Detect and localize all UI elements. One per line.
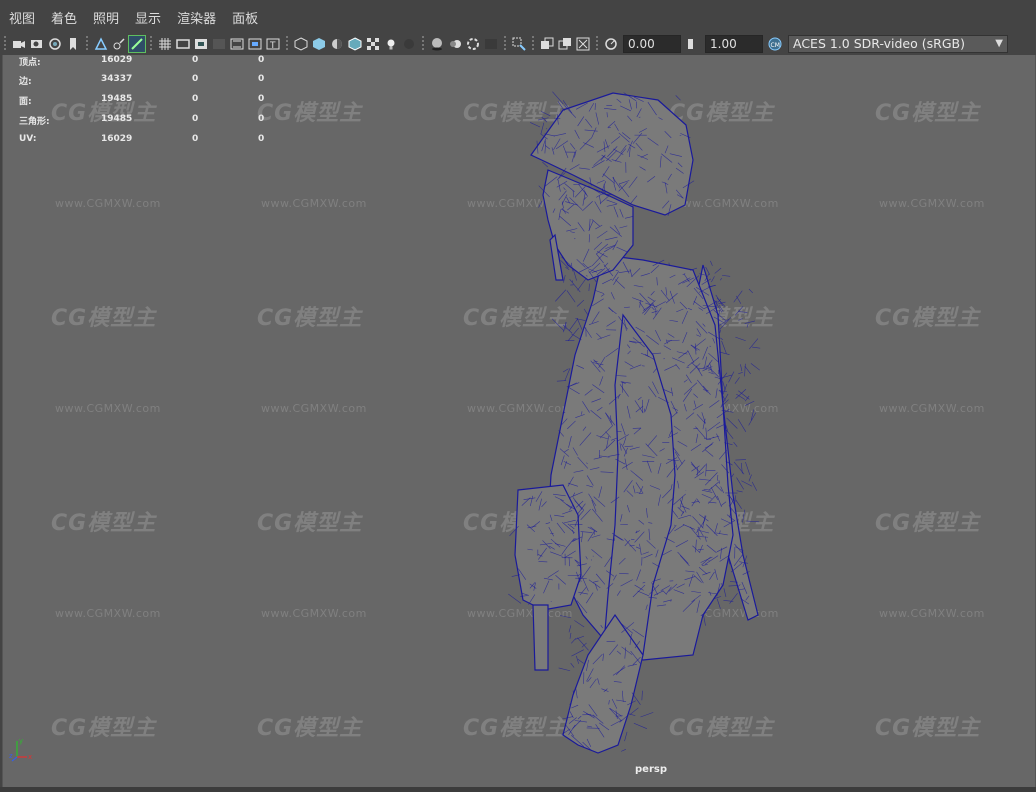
motion-blur-icon[interactable] [447,36,463,52]
gate-mask-icon[interactable] [211,36,227,52]
bookmark-icon[interactable] [47,36,63,52]
panel-bottom-border [0,787,1036,792]
hud-label: 顶点: [19,58,41,68]
hud-value: 0 [258,114,265,124]
viewport-toolbar: T 0.00 1.00 CM ACES 1.0 SDR-video (sRGB)… [0,33,1036,55]
exposure-field[interactable]: 0.00 [623,35,681,53]
use-lights-icon[interactable] [383,36,399,52]
hud-value: 0 [258,55,265,65]
xray-joints-icon[interactable] [557,36,573,52]
hud-value: 0 [192,74,199,84]
wireframe-soldier-model[interactable] [3,55,1035,787]
svg-text:T: T [269,41,276,51]
color-management-dropdown[interactable]: ACES 1.0 SDR-video (sRGB) ▼ [788,35,1008,53]
film-gate-icon[interactable] [175,36,191,52]
mesh-part[interactable] [514,484,582,611]
menu-lighting[interactable]: 照明 [84,0,126,33]
hud-value: 0 [258,74,265,84]
camera-name-label: persp [635,764,667,775]
toolbar-separator [596,36,598,52]
color-management-icon[interactable]: CM [767,36,783,52]
hud-value: 0 [192,55,199,65]
gamma-icon[interactable] [685,36,701,52]
menu-bar: 视图 着色 照明 显示 渲染器 面板 [0,0,1036,34]
hud-value: 0 [258,134,265,144]
toolbar-separator [422,36,424,52]
hud-label: UV: [19,134,37,144]
toolbar-separator [150,36,152,52]
depth-of-field-icon[interactable] [483,36,499,52]
toolbar-separator [86,36,88,52]
chevron-down-icon: ▼ [995,38,1003,49]
hud-value: 16029 [101,134,133,144]
menu-show[interactable]: 显示 [126,0,168,33]
default-material-icon[interactable] [329,36,345,52]
wireframe-icon[interactable] [293,36,309,52]
safe-title-icon[interactable]: T [265,36,281,52]
wireframe-on-shaded-icon[interactable] [347,36,363,52]
xray-icon[interactable] [539,36,555,52]
menu-shading[interactable]: 着色 [42,0,84,33]
hud-value: 0 [192,114,199,124]
menu-panels[interactable]: 面板 [223,0,265,33]
hud-label: 边: [19,77,32,87]
toolbar-separator [504,36,506,52]
grid-icon[interactable] [157,36,173,52]
camera-select-icon[interactable] [11,36,27,52]
toolbar-separator [4,36,6,52]
hud-label: 面: [19,97,32,107]
hud-value: 16029 [101,55,133,65]
safe-action-icon[interactable] [247,36,263,52]
hud-value: 34337 [101,74,133,84]
menu-renderer[interactable]: 渲染器 [168,0,223,33]
resolution-gate-icon[interactable] [193,36,209,52]
grid-icon[interactable] [111,36,127,52]
backface-culling-icon[interactable] [575,36,591,52]
axis-y-label: y [19,737,23,745]
isolate-select-icon[interactable] [511,36,527,52]
camera-attributes-icon[interactable] [29,36,45,52]
gamma-field[interactable]: 1.00 [705,35,763,53]
wireframe-icon[interactable] [128,35,146,53]
screen-space-ao-icon[interactable] [429,36,445,52]
svg-text:CM: CM [771,42,780,49]
image-plane-icon[interactable] [93,36,109,52]
axis-x-label: x [28,753,32,761]
smooth-shade-icon[interactable] [311,36,327,52]
hud-value: 0 [192,134,199,144]
shadows-icon[interactable] [401,36,417,52]
field-chart-icon[interactable] [229,36,245,52]
textured-icon[interactable] [365,36,381,52]
axis-z-label: z [9,752,13,760]
hud-value: 0 [258,94,265,104]
axis-indicator: y x z [9,737,32,762]
menu-view[interactable]: 视图 [0,0,42,33]
toolbar-separator [286,36,288,52]
3d-viewport[interactable]: CG模型主 www.CGMXW.com CG模型主 www.CGMXW.com CG模型… [2,55,1036,787]
anti-aliasing-icon[interactable] [465,36,481,52]
toolbar-separator [532,36,534,52]
hud-value: 19485 [101,114,133,124]
bookmark-icon[interactable] [65,36,81,52]
mesh-part[interactable] [532,604,549,671]
exposure-icon[interactable] [603,36,619,52]
color-management-value: ACES 1.0 SDR-video (sRGB) [793,36,965,51]
hud-value: 19485 [101,94,133,104]
hud-label: 三角形: [19,117,50,127]
hud-value: 0 [192,94,199,104]
